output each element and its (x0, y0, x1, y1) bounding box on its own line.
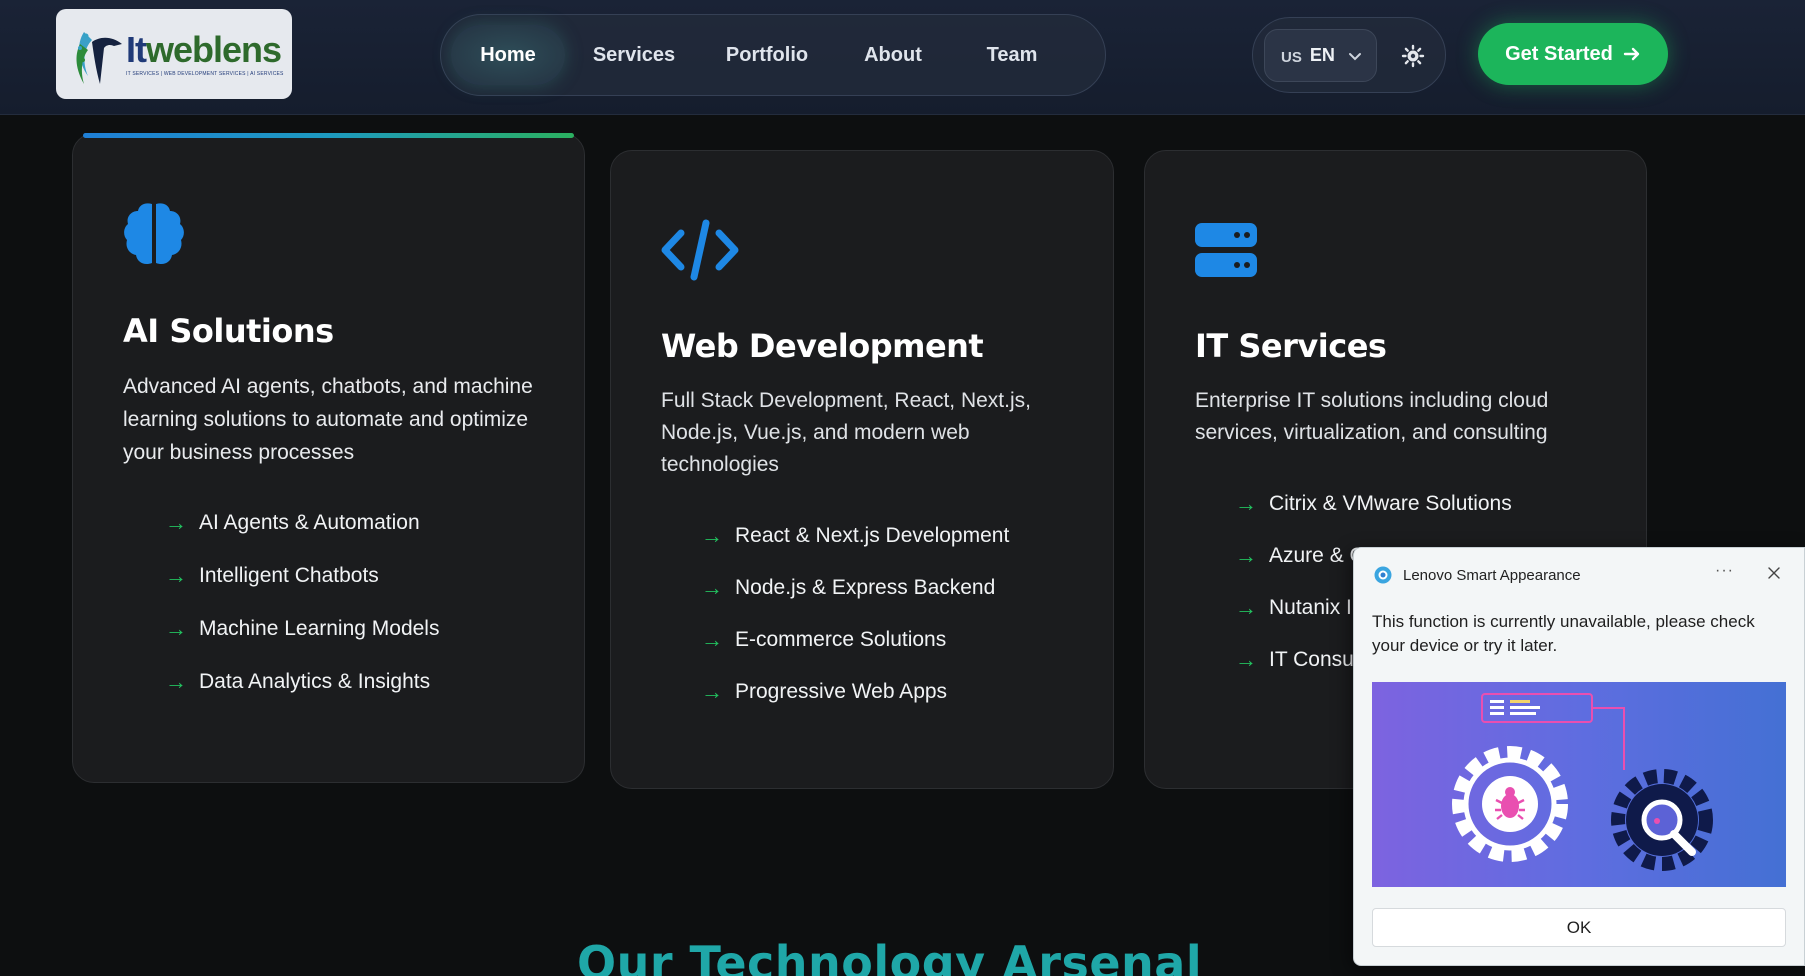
arrow-right-icon: → (165, 563, 187, 588)
arrow-right-icon: → (1235, 647, 1257, 672)
feature-item: → Progressive Web Apps (701, 679, 948, 704)
chevron-down-icon (1348, 52, 1361, 60)
arrow-right-icon: → (165, 616, 187, 641)
arrow-right-icon: → (1235, 491, 1257, 516)
card-title: Web Development (661, 327, 984, 365)
language-select[interactable]: US EN (1264, 29, 1377, 82)
popup-header: Lenovo Smart Appearance (1374, 566, 1581, 584)
arrow-right-icon: → (1235, 595, 1257, 620)
more-options-icon[interactable]: ··· (1715, 562, 1734, 580)
feature-item: → Node.js & Express Backend (701, 575, 996, 600)
logo-tagline: IT SERVICES | WEB DEVELOPMENT SERVICES |… (126, 71, 284, 77)
flag-icon: US (1281, 49, 1302, 66)
close-icon[interactable] (1766, 565, 1782, 581)
site-logo[interactable]: Itweblens IT SERVICES | WEB DEVELOPMENT … (56, 9, 292, 99)
arrow-right-icon: → (701, 575, 723, 600)
feature-item: → Citrix & VMware Solutions (1235, 491, 1512, 516)
nav-about[interactable]: About (831, 25, 955, 85)
feature-item: → Nutanix In (1235, 595, 1364, 620)
feature-item: → Intelligent Chatbots (165, 563, 379, 588)
arrow-right-icon: → (701, 679, 723, 704)
popup-message: This function is currently unavailable, … (1372, 612, 1755, 655)
ok-button[interactable]: OK (1372, 908, 1786, 947)
nav-home[interactable]: Home (451, 25, 565, 85)
service-card-web[interactable]: Web Development Full Stack Development, … (610, 150, 1114, 789)
card-description: Advanced AI agents, chatbots, and machin… (123, 375, 533, 464)
server-icon (1195, 223, 1257, 277)
lenovo-app-icon (1374, 566, 1392, 584)
popup-app-name: Lenovo Smart Appearance (1403, 566, 1581, 584)
logo-word-rest: weblens (146, 29, 282, 70)
arrow-right-icon (1623, 47, 1640, 61)
card-accent-bar (83, 133, 574, 138)
arrow-right-icon: → (701, 627, 723, 652)
arrow-right-icon: → (165, 510, 187, 535)
get-started-label: Get Started (1505, 42, 1613, 65)
notification-popup: Lenovo Smart Appearance ··· This functio… (1353, 547, 1805, 966)
nav-team[interactable]: Team (955, 25, 1069, 85)
feature-item: → Azure & C (1235, 543, 1365, 568)
language-code: EN (1309, 45, 1335, 65)
card-title: AI Solutions (123, 312, 334, 350)
feature-item: → E-commerce Solutions (701, 627, 947, 652)
section-heading: Our Technology Arsenal (577, 936, 1203, 976)
feature-item: → IT Consul (1235, 647, 1359, 672)
arrow-right-icon: → (1235, 543, 1257, 568)
main-nav: Home Services Portfolio About Team (440, 14, 1106, 96)
get-started-button[interactable]: Get Started (1478, 23, 1668, 85)
sun-icon[interactable] (1401, 44, 1425, 68)
feature-item: → React & Next.js Development (701, 523, 1010, 548)
feature-item: → Data Analytics & Insights (165, 669, 431, 694)
feature-item: → AI Agents & Automation (165, 510, 420, 535)
service-card-ai[interactable]: AI Solutions Advanced AI agents, chatbot… (72, 133, 585, 783)
nav-services[interactable]: Services (565, 25, 703, 85)
logo-bird-icon (66, 14, 130, 94)
header-controls: US EN (1252, 17, 1446, 93)
code-icon (661, 219, 739, 281)
card-description: Full Stack Development, React, Next.js, … (661, 389, 1031, 476)
site-header: Itweblens IT SERVICES | WEB DEVELOPMENT … (0, 0, 1805, 115)
card-title: IT Services (1195, 327, 1387, 365)
brain-icon (124, 203, 184, 265)
popup-illustration (1372, 682, 1786, 887)
arrow-right-icon: → (701, 523, 723, 548)
feature-item: → Machine Learning Models (165, 616, 440, 641)
arrow-right-icon: → (165, 669, 187, 694)
card-description: Enterprise IT solutions including cloud … (1195, 389, 1549, 444)
nav-portfolio[interactable]: Portfolio (703, 25, 831, 85)
